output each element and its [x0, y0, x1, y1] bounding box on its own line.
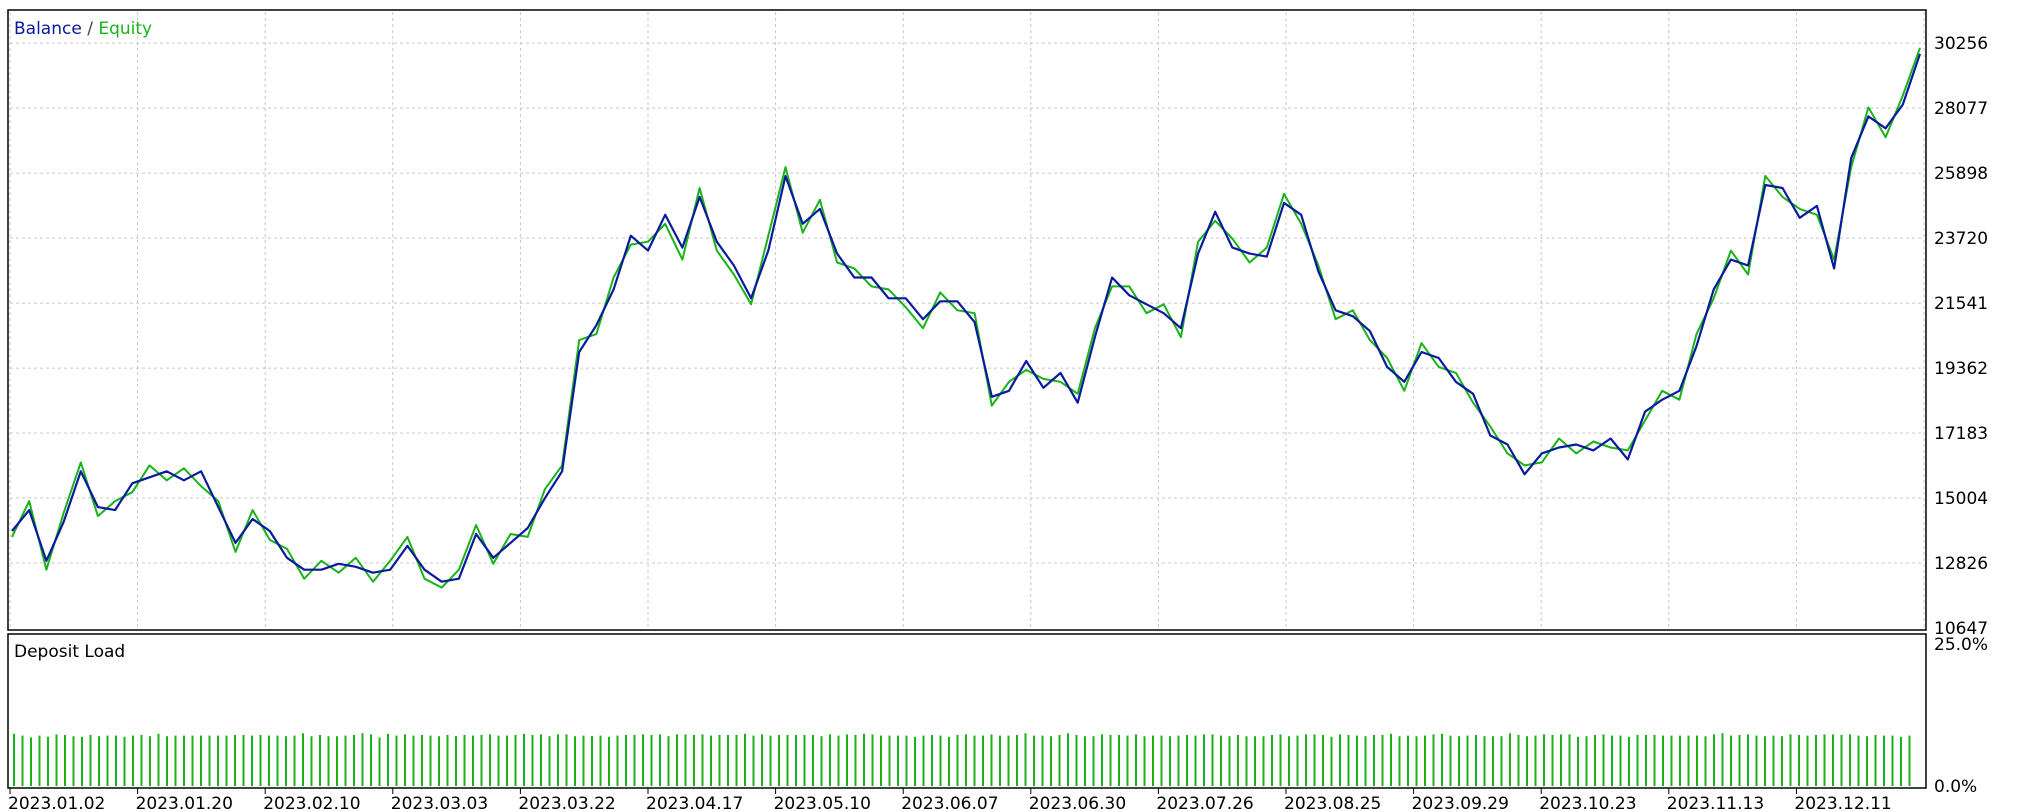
y-tick-label: 21541: [1934, 294, 1988, 314]
x-tick-label: 2023.10.23: [1539, 794, 1636, 812]
legend-equity: Equity: [98, 19, 152, 39]
y-tick-label: 15004: [1934, 489, 1988, 509]
x-tick-label: 2023.02.10: [263, 794, 360, 812]
x-tick-label: 2023.06.07: [901, 794, 998, 812]
load-y-tick-label: 25.0%: [1934, 635, 1988, 655]
x-tick-label: 2023.06.30: [1029, 794, 1126, 812]
x-tick-label: 2023.08.25: [1284, 794, 1381, 812]
x-tick-label: 2023.01.20: [136, 794, 233, 812]
main-y-tick-labels: 30256 28077 25898 23720 21541 19362 17183 15004…: [1934, 34, 1988, 639]
x-tick-labels: 2023.01.02 2023.01.20 2023.02.10 2023.03.03…: [8, 788, 1892, 812]
x-tick-label: 2023.11.13: [1667, 794, 1764, 812]
x-tick-label: 2023.04.17: [646, 794, 743, 812]
deposit-load-title: Deposit Load: [14, 642, 125, 662]
legend-separator: /: [82, 19, 99, 39]
x-tick-label: 2023.01.02: [8, 794, 105, 812]
deposit-load-y-tick-labels: 25.0% 0.0%: [1934, 635, 1988, 797]
x-tick-label: 2023.12.11: [1794, 794, 1891, 812]
main-plot-frame: [7, 9, 1927, 631]
legend: Balance / Equity: [14, 19, 152, 39]
x-tick-label: 2023.09.29: [1412, 794, 1509, 812]
x-tick-label: 2023.05.10: [774, 794, 871, 812]
y-tick-label: 17183: [1934, 424, 1988, 444]
legend-balance: Balance: [14, 19, 82, 39]
y-tick-label: 23720: [1934, 229, 1988, 249]
load-y-tick-label: 0.0%: [1934, 777, 1977, 797]
x-tick-label: 2023.03.22: [518, 794, 615, 812]
x-tick-label: 2023.07.26: [1156, 794, 1253, 812]
y-tick-label: 28077: [1934, 99, 1988, 119]
y-tick-label: 25898: [1934, 164, 1988, 184]
y-tick-label: 30256: [1934, 34, 1988, 54]
y-tick-label: 19362: [1934, 359, 1988, 379]
y-tick-label: 12826: [1934, 554, 1988, 574]
x-tick-label: 2023.03.03: [391, 794, 488, 812]
balance-equity-chart: 30256 28077 25898 23720 21541 19362 17183 15004…: [7, 9, 1988, 812]
